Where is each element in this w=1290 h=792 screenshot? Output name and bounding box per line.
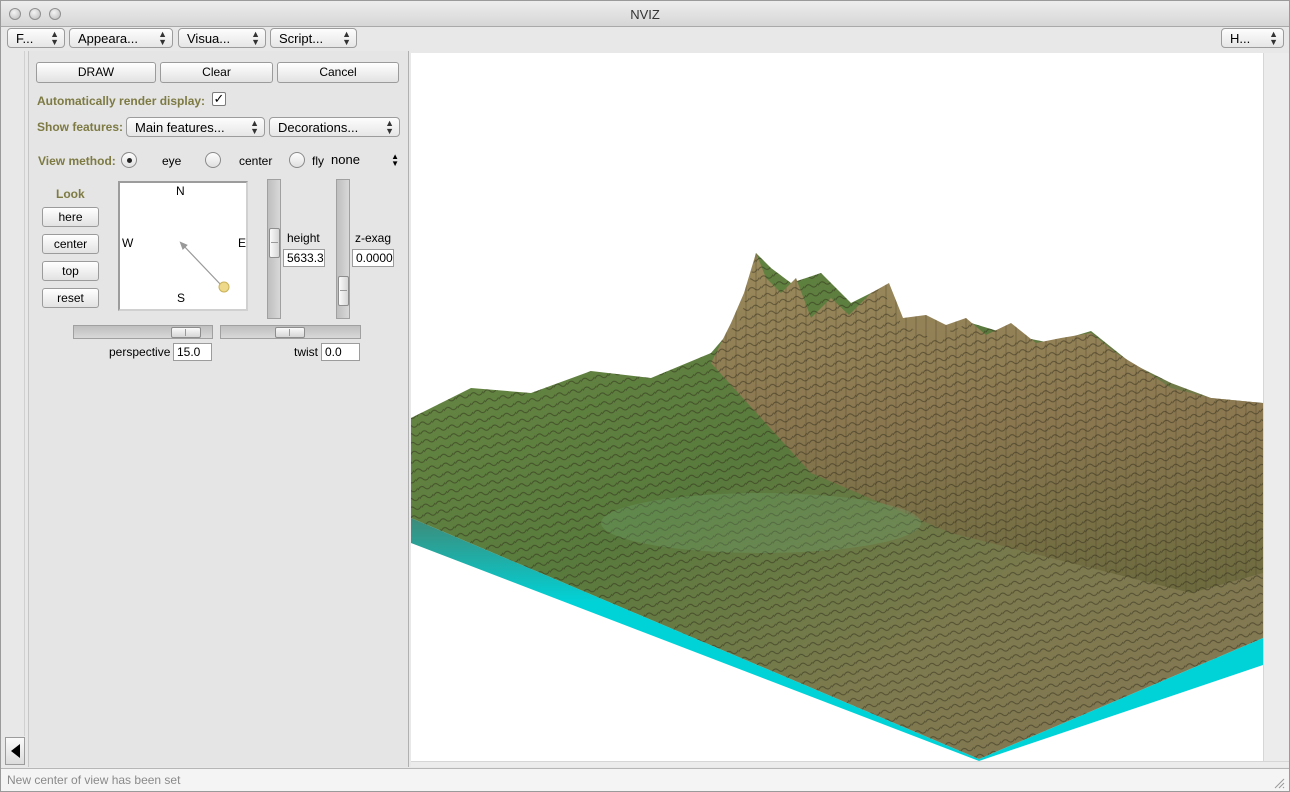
popup-arrows-icon: ▲ ▼	[50, 29, 59, 47]
popup-arrows-icon: ▲ ▼	[342, 29, 351, 47]
canvas-vertical-scrollbar[interactable]	[1263, 53, 1289, 761]
zexag-slider[interactable]	[336, 179, 350, 319]
draw-button[interactable]: DRAW	[36, 62, 156, 83]
scripting-menu[interactable]: Script... ▲ ▼	[270, 28, 357, 48]
resize-grip-icon[interactable]	[1273, 777, 1285, 789]
help-menu-label: H...	[1230, 31, 1251, 46]
perspective-slider-thumb[interactable]	[171, 327, 201, 338]
popup-arrows-icon: ▲ ▼	[391, 152, 399, 168]
window-title: NVIZ	[630, 7, 660, 22]
strip-divider	[7, 51, 25, 736]
view-control-panel: DRAW Clear Cancel Automatically render d…	[29, 51, 409, 767]
clear-button[interactable]: Clear	[160, 62, 273, 83]
view-method-fly-label: fly	[312, 154, 324, 168]
decorations-menu[interactable]: Decorations... ▲ ▼	[269, 117, 400, 137]
terrain-surface-render	[411, 253, 1263, 761]
viewpoint-arrow-icon	[179, 241, 230, 293]
checkmark-icon: ✓	[213, 91, 225, 106]
popup-arrows-icon: ▲ ▼	[251, 29, 260, 47]
perspective-slider[interactable]	[73, 325, 213, 339]
twist-slider-thumb[interactable]	[275, 327, 305, 338]
fly-mode-menu[interactable]: none ▲ ▼	[329, 151, 401, 169]
view-method-eye-label: eye	[162, 154, 182, 168]
fly-mode-label: none	[331, 152, 360, 167]
view-method-center-label: center	[239, 154, 273, 168]
collapse-panel-button[interactable]	[5, 737, 25, 765]
look-label: Look	[56, 187, 85, 201]
twist-value-field[interactable]: 0.0	[321, 343, 360, 361]
look-reset-button[interactable]: reset	[42, 288, 99, 308]
cancel-button[interactable]: Cancel	[277, 62, 399, 83]
main-features-label: Main features...	[135, 120, 225, 135]
status-bar: New center of view has been set	[1, 768, 1289, 791]
help-menu[interactable]: H... ▲ ▼	[1221, 28, 1284, 48]
view-method-label: View method:	[38, 154, 116, 168]
scripting-menu-label: Script...	[279, 31, 324, 46]
view-method-fly-radio[interactable]	[289, 152, 305, 168]
look-here-button[interactable]: here	[42, 207, 99, 227]
file-menu[interactable]: F... ▲ ▼	[7, 28, 65, 48]
view-method-eye-radio[interactable]	[121, 152, 137, 168]
zexag-slider-thumb[interactable]	[338, 276, 349, 306]
decorations-label: Decorations...	[278, 120, 359, 135]
perspective-value-field[interactable]: 15.0	[173, 343, 212, 361]
status-message: New center of view has been set	[7, 773, 181, 787]
position-compass[interactable]: N S W E	[118, 181, 248, 311]
perspective-label: perspective	[109, 345, 171, 359]
canvas-horizontal-scrollbar[interactable]	[411, 761, 1289, 767]
visualize-menu[interactable]: Visua... ▲ ▼	[178, 28, 266, 48]
popup-arrows-icon: ▲ ▼	[158, 29, 167, 47]
viewpoint-handle[interactable]	[218, 281, 230, 293]
height-label: height	[287, 231, 320, 245]
appearance-menu[interactable]: Appeara... ▲ ▼	[69, 28, 173, 48]
zexag-label: z-exag	[355, 231, 392, 245]
popup-arrows-icon: ▲ ▼	[250, 118, 259, 136]
auto-render-label: Automatically render display:	[37, 94, 206, 108]
look-center-button[interactable]: center	[42, 234, 99, 254]
height-slider[interactable]	[267, 179, 281, 319]
popup-arrows-icon: ▲ ▼	[385, 118, 394, 136]
title-bar: NVIZ	[1, 1, 1289, 27]
menu-bar: F... ▲ ▼ Appeara... ▲ ▼ Visua... ▲ ▼ Script…	[1, 27, 1289, 51]
twist-label: twist	[294, 345, 318, 359]
auto-render-checkbox[interactable]: ✓	[212, 92, 226, 106]
terrain-3d-canvas[interactable]	[411, 53, 1263, 761]
twist-slider[interactable]	[220, 325, 361, 339]
zexag-value-field[interactable]: 0.0000	[352, 249, 394, 267]
show-features-label: Show features:	[37, 120, 124, 134]
appearance-menu-label: Appeara...	[78, 31, 138, 46]
popup-arrows-icon: ▲ ▼	[1269, 29, 1278, 47]
file-menu-label: F...	[16, 31, 34, 46]
visualize-menu-label: Visua...	[187, 31, 231, 46]
look-top-button[interactable]: top	[42, 261, 99, 281]
panel-toggle-strip	[1, 51, 29, 767]
height-slider-thumb[interactable]	[269, 228, 280, 258]
main-features-menu[interactable]: Main features... ▲ ▼	[126, 117, 265, 137]
nviz-window: NVIZ F... ▲ ▼ Appeara... ▲ ▼ Visua... ▲ ▼ S…	[0, 0, 1290, 792]
height-value-field[interactable]: 5633.3	[283, 249, 325, 267]
view-method-center-radio[interactable]	[205, 152, 221, 168]
